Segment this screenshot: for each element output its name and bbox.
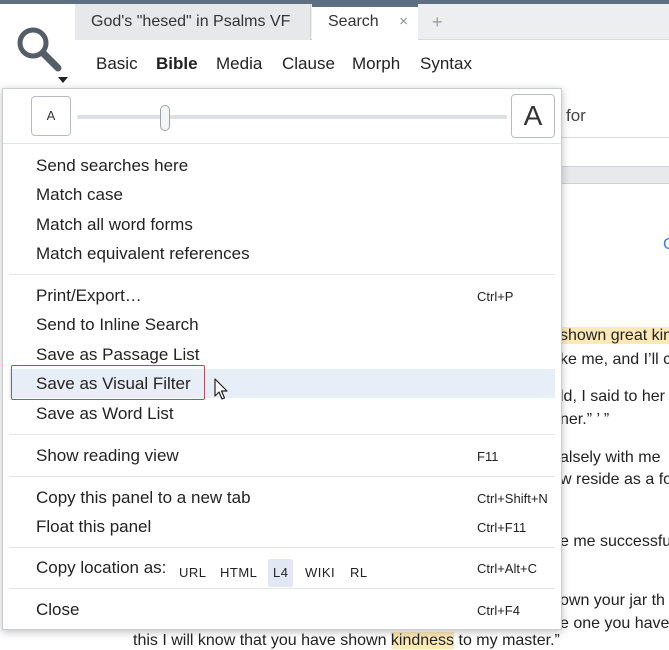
copy-location-wiki[interactable]: WIKI — [300, 559, 340, 587]
menu-divider — [9, 434, 555, 435]
menu-divider — [9, 547, 555, 548]
menu-divider — [9, 476, 555, 477]
subtab-media[interactable]: Media — [216, 54, 262, 74]
result-heading-fragment[interactable]: C — [663, 236, 669, 254]
subtab-bible[interactable]: Bible — [156, 54, 198, 74]
menu-item-save-as-passage-list[interactable]: Save as Passage List — [36, 345, 199, 365]
menu-item-match-all-word-forms[interactable]: Match all word forms — [36, 215, 193, 235]
menu-item-save-as-visual-filter[interactable]: Save as Visual Filter — [36, 374, 191, 394]
shortcut-label: Ctrl+Shift+N — [477, 491, 548, 506]
result-line: w reside as a fo — [560, 471, 669, 488]
result-line: ke me, and I’ll c — [560, 351, 669, 368]
decrease-text-size-button[interactable]: A — [31, 96, 71, 136]
new-tab-button[interactable]: + — [418, 4, 458, 40]
result-line: own your jar th — [560, 592, 665, 609]
search-icon[interactable] — [14, 24, 64, 79]
close-icon[interactable]: × — [399, 7, 408, 37]
menu-item-match-equivalent-references[interactable]: Match equivalent references — [36, 244, 250, 264]
menu-item-match-case[interactable]: Match case — [36, 185, 123, 205]
subtab-morph[interactable]: Morph — [352, 54, 400, 74]
menu-item-copy-location-label: Copy location as: — [36, 558, 167, 577]
menu-divider — [9, 274, 555, 275]
menu-item-send-searches-here[interactable]: Send searches here — [36, 156, 188, 176]
results-header-bar — [560, 166, 669, 184]
copy-location-url[interactable]: URL — [174, 559, 212, 587]
result-line: shown great kin — [560, 327, 669, 345]
text-size-slider-handle[interactable] — [160, 105, 170, 131]
subtab-clause[interactable]: Clause — [282, 54, 335, 74]
result-line: e one you have — [560, 615, 669, 632]
tab-bar: God's "hesed" in Psalms VF Search × + — [75, 4, 669, 40]
menu-item-print-export[interactable]: Print/Export… — [36, 286, 142, 306]
menu-item-close[interactable]: Close — [36, 600, 79, 620]
tab-gods-hesed[interactable]: God's "hesed" in Psalms VF — [75, 4, 311, 40]
result-line: alsely with me — [560, 449, 661, 466]
copy-location-rl[interactable]: RL — [345, 559, 373, 587]
result-line: e me successfu — [560, 533, 669, 550]
menu-item-float-panel[interactable]: Float this panel — [36, 517, 151, 537]
tab-label: God's "hesed" in Psalms VF — [91, 13, 291, 30]
text-size-row: A A — [3, 89, 561, 144]
search-options-menu: A A Send searches here Match case Match … — [2, 88, 562, 630]
menu-item-show-reading-view[interactable]: Show reading view — [36, 446, 179, 466]
result-line: this I will know that you have shown kin… — [133, 632, 560, 649]
shortcut-label: F11 — [477, 449, 499, 464]
mouse-pointer-icon — [214, 378, 230, 407]
shortcut-label: Ctrl+F11 — [477, 520, 527, 535]
shortcut-label: Ctrl+F4 — [477, 603, 520, 618]
subtab-syntax[interactable]: Syntax — [420, 54, 472, 74]
increase-text-size-button[interactable]: A — [511, 94, 555, 138]
result-line: ner.” ’ ” — [560, 411, 610, 428]
menu-item-send-to-inline-search[interactable]: Send to Inline Search — [36, 315, 199, 335]
input-label: for — [566, 106, 586, 125]
result-line: ld, I said to her — [560, 388, 665, 405]
menu-divider — [9, 588, 555, 589]
shortcut-label: Ctrl+P — [477, 289, 514, 304]
tab-search[interactable]: Search × — [312, 4, 418, 40]
text-size-slider[interactable] — [77, 115, 507, 119]
subtab-basic[interactable]: Basic — [96, 54, 138, 74]
tab-label: Search — [328, 13, 379, 30]
shortcut-label: Ctrl+Alt+C — [477, 561, 537, 576]
menu-item-save-as-word-list[interactable]: Save as Word List — [36, 404, 174, 424]
copy-location-html[interactable]: HTML — [215, 559, 262, 587]
copy-location-l4[interactable]: L4 — [268, 559, 294, 587]
menu-item-copy-panel-new-tab[interactable]: Copy this panel to a new tab — [36, 488, 251, 508]
chevron-down-icon[interactable] — [58, 77, 68, 83]
